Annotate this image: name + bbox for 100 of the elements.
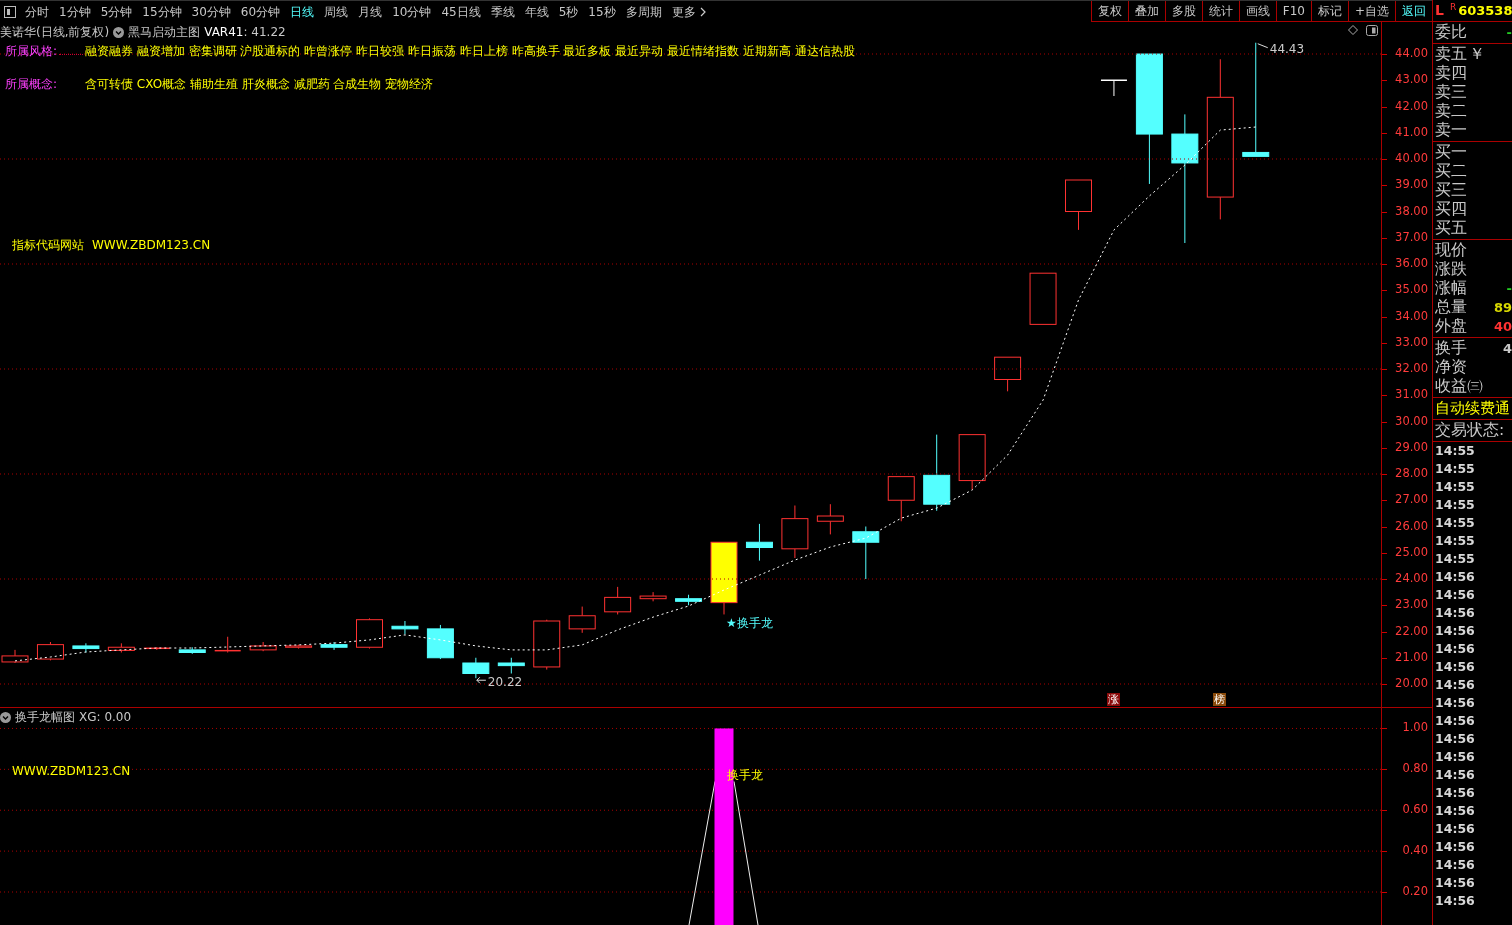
trade-time: 14:55 (1435, 442, 1475, 460)
toolbar-button[interactable]: 多股 (1164, 1, 1202, 21)
candlestick (391, 620, 419, 635)
toolbar-button[interactable]: +自选 (1347, 1, 1395, 21)
candlestick (285, 644, 313, 650)
axis-label: 34.00 (1395, 309, 1428, 323)
field-label: 买三 (1435, 181, 1467, 200)
tag-list: 含可转债 CXO概念 辅助生殖 肝炎概念 减肥药 合成生物 宠物经济 (85, 75, 434, 93)
period-tab[interactable]: 45日线 (436, 1, 486, 22)
axis-label: 32.00 (1395, 362, 1428, 375)
candlestick (249, 641, 277, 652)
trade-time: 14:56 (1435, 838, 1475, 856)
axis-label: 23.00 (1395, 598, 1428, 612)
axis-label: 0.60 (1402, 803, 1428, 817)
indicator-value: : 41.22 (243, 24, 286, 41)
period-tab[interactable]: 年线 (519, 1, 554, 22)
candlestick (1065, 179, 1092, 231)
period-tab[interactable]: 60分钟 (235, 1, 286, 22)
period-tab[interactable]: 周线 (319, 1, 354, 22)
field-label: 外盘 (1435, 317, 1467, 336)
currency-mark: ￥ (1469, 45, 1485, 64)
field-label: 涨幅 (1435, 279, 1467, 298)
indicator-value: XG: 0.00 (79, 709, 132, 726)
candlestick (36, 641, 64, 661)
field-label: 总量 (1435, 298, 1467, 317)
leader-line (1257, 43, 1269, 49)
axis-label: 30.00 (1395, 414, 1428, 428)
candlestick (1029, 272, 1057, 325)
candlestick (497, 657, 525, 674)
dropdown-icon[interactable] (0, 711, 11, 723)
more-button[interactable]: 更多 (666, 1, 712, 22)
chevron-icon (700, 7, 706, 17)
toolbar-button[interactable]: 复权 (1090, 1, 1128, 21)
candlestick (816, 503, 844, 535)
candlestick (639, 591, 667, 602)
period-tab[interactable]: 5分钟 (95, 1, 138, 22)
candlestick (958, 434, 986, 491)
axis-label: 22.00 (1395, 624, 1428, 638)
period-tab[interactable]: 分时 (20, 1, 54, 22)
trade-time: 14:56 (1435, 874, 1475, 892)
trade-time: 14:56 (1435, 856, 1475, 874)
trade-time: 14:55 (1435, 478, 1475, 496)
field-label: 买一 (1435, 143, 1467, 162)
candlestick (745, 523, 773, 562)
toolbar-button[interactable]: 标记 (1310, 1, 1348, 21)
leader-line (59, 53, 84, 55)
candlestick (568, 606, 596, 634)
period-tab[interactable]: 10分钟 (387, 1, 437, 22)
trade-time: 14:55 (1435, 460, 1475, 478)
period-tab[interactable]: 15秒 (583, 1, 621, 22)
axis-label: 41.00 (1395, 125, 1428, 139)
site-url: WWW.ZBDM123.CN (12, 763, 131, 780)
period-tab[interactable]: 5秒 (553, 1, 584, 22)
axis-label: 43.00 (1395, 73, 1428, 87)
field-value: 40 (1493, 318, 1512, 336)
axis-label: 35.00 (1395, 283, 1428, 297)
field-label: 卖二 (1435, 102, 1467, 121)
period-tab[interactable]: 1分钟 (54, 1, 96, 22)
price-label: 44.43 (1269, 40, 1305, 58)
panel-toggle-icon[interactable] (1366, 25, 1378, 36)
candlestick (462, 657, 490, 679)
trade-time: 14:56 (1435, 820, 1475, 838)
field-value: - (1506, 280, 1512, 298)
toolbar-button[interactable]: F10 (1275, 1, 1311, 21)
period-tab[interactable]: 15分钟 (137, 1, 187, 22)
trade-time: 14:56 (1435, 694, 1475, 712)
axis-label: 24.00 (1395, 572, 1428, 585)
field-value: 4 (1502, 340, 1512, 358)
period-tab[interactable]: 多周期 (620, 1, 667, 22)
field-label: 卖三 (1435, 83, 1467, 102)
field-label: 收益㈢ (1435, 377, 1483, 396)
toolbar-button[interactable]: 画线 (1238, 1, 1276, 21)
axis-label: 1.00 (1402, 721, 1428, 735)
period-tab[interactable]: 月线 (353, 1, 388, 22)
diamond-icon[interactable] (1348, 25, 1358, 35)
field-label: 卖五 (1435, 45, 1467, 64)
toolbar-button[interactable]: 统计 (1201, 1, 1239, 21)
field-label: 涨跌 (1435, 260, 1467, 279)
axis-label: 31.00 (1395, 388, 1428, 402)
axis-label: 33.00 (1395, 335, 1428, 349)
candlestick (178, 646, 206, 655)
period-tab[interactable]: 日线 (285, 1, 320, 22)
axis-label: 28.00 (1395, 467, 1428, 480)
dropdown-icon[interactable] (113, 26, 125, 38)
axis-label: 40.00 (1395, 152, 1428, 165)
trade-time: 14:56 (1435, 658, 1475, 676)
candlestick (533, 619, 561, 671)
toolbar-button[interactable]: 返回 (1395, 1, 1432, 21)
period-tab[interactable]: 30分钟 (186, 1, 236, 22)
trade-time: 14:56 (1435, 640, 1475, 658)
field-label: 买二 (1435, 162, 1467, 181)
candlestick (781, 505, 809, 559)
panel-toggle-icon[interactable] (4, 5, 16, 18)
candlestick (675, 594, 703, 606)
toolbar-button[interactable]: 叠加 (1127, 1, 1165, 21)
axis-label: 0.80 (1402, 762, 1428, 776)
field-label: 买五 (1435, 219, 1467, 238)
field-label: 卖一 (1435, 121, 1467, 140)
notice-text: 自动续费通 (1435, 400, 1510, 416)
period-tab[interactable]: 季线 (485, 1, 520, 22)
